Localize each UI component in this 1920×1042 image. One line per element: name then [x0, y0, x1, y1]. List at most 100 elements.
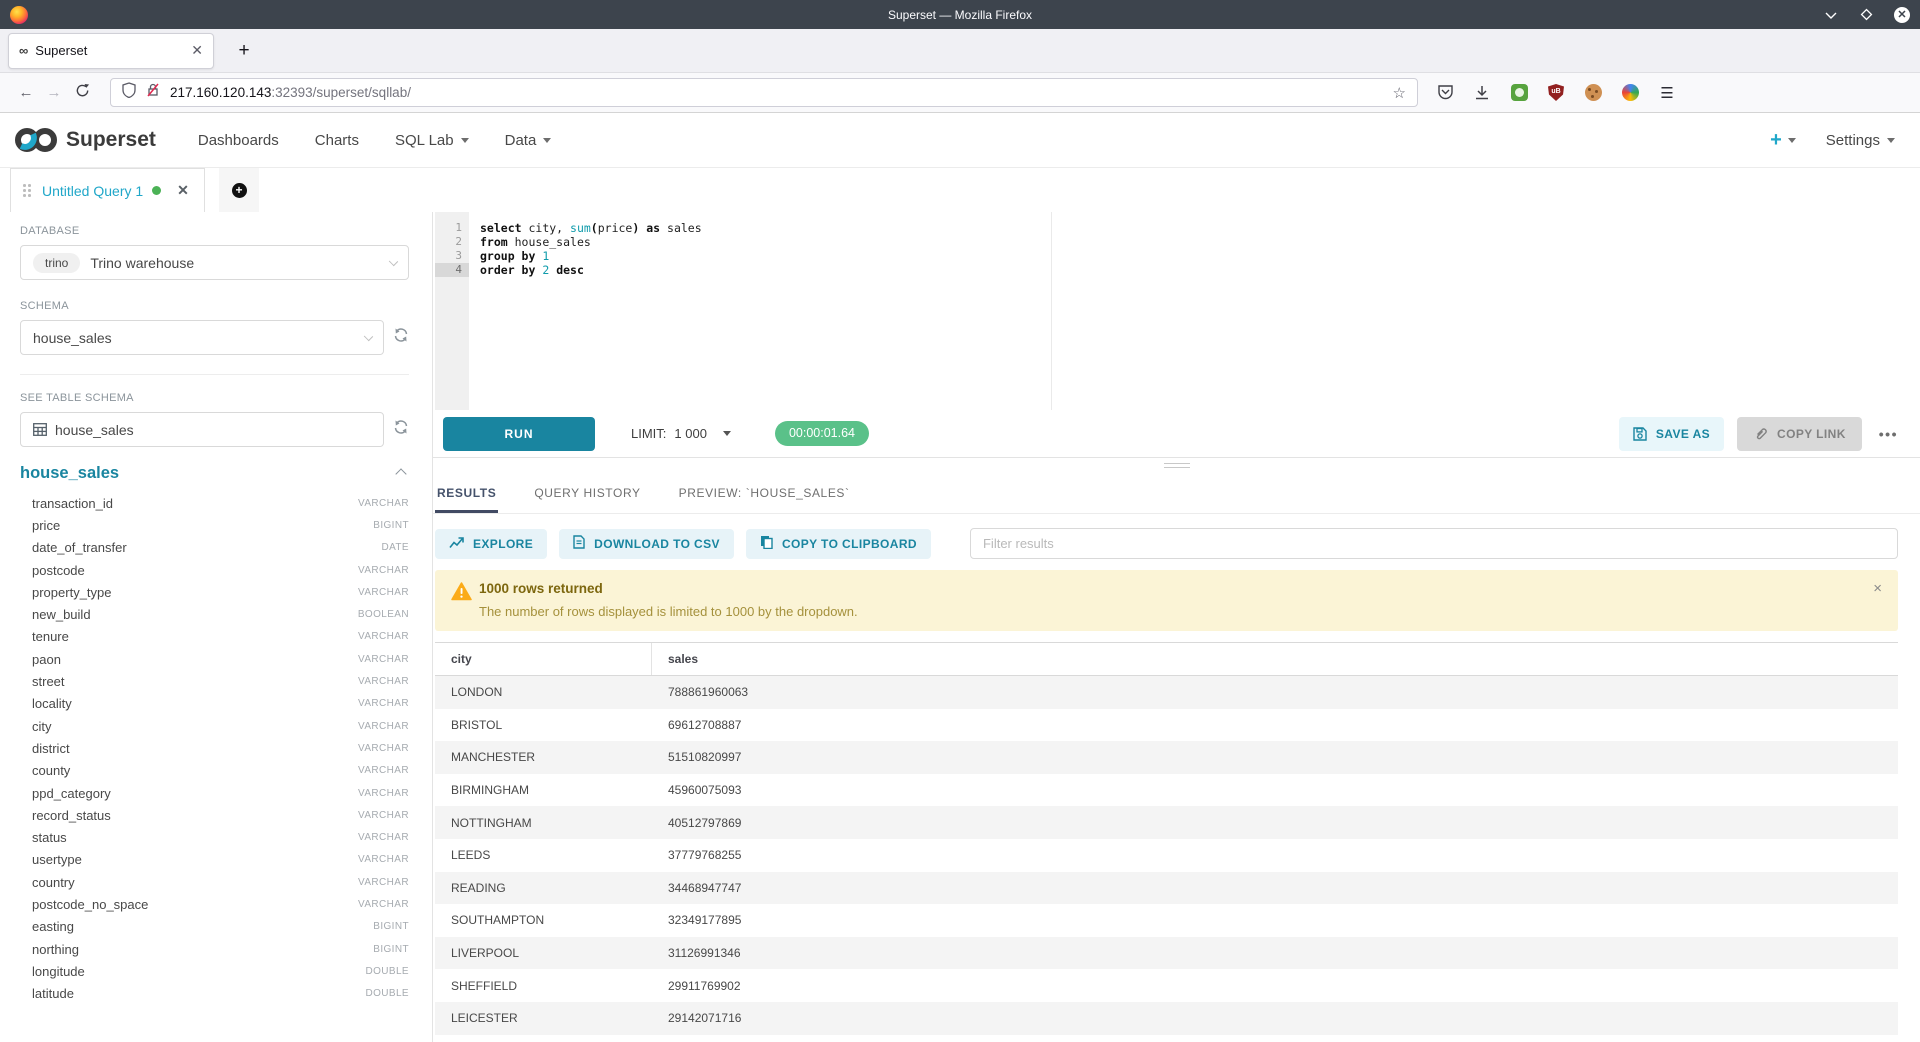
- nav-item-dashboards[interactable]: Dashboards: [198, 132, 279, 149]
- download-to-csv-button[interactable]: DOWNLOAD TO CSV: [559, 529, 734, 559]
- browser-tabbar: ∞ Superset ✕ +: [0, 29, 1920, 73]
- column-row[interactable]: tenureVARCHAR: [20, 626, 409, 648]
- url-bar[interactable]: 217.160.120.143:32393/superset/sqllab/ ☆: [110, 78, 1418, 107]
- database-select[interactable]: trino Trino warehouse: [20, 245, 409, 280]
- nav-item-data[interactable]: Data: [505, 132, 552, 149]
- column-row[interactable]: property_typeVARCHAR: [20, 581, 409, 603]
- pane-splitter[interactable]: [433, 458, 1920, 480]
- collapse-chevron-up-icon[interactable]: [395, 468, 406, 479]
- hamburger-menu-icon[interactable]: ☰: [1658, 84, 1676, 102]
- tab-close-icon[interactable]: ✕: [191, 42, 203, 59]
- extension-asterisk-icon[interactable]: [1621, 84, 1639, 102]
- table-row[interactable]: READING34468947747: [435, 872, 1898, 905]
- downloads-icon[interactable]: [1473, 84, 1491, 102]
- refresh-table-icon[interactable]: [393, 419, 409, 440]
- column-row[interactable]: ppd_categoryVARCHAR: [20, 782, 409, 804]
- new-tab-button[interactable]: +: [230, 40, 258, 62]
- query-tab[interactable]: Untitled Query 1 ✕: [10, 168, 205, 212]
- shield-icon[interactable]: [122, 82, 136, 103]
- sql-token: desc: [556, 263, 584, 277]
- nav-item-label: Charts: [315, 132, 359, 149]
- window-minimize-icon[interactable]: [1824, 8, 1838, 22]
- refresh-schema-icon[interactable]: [393, 327, 409, 348]
- reload-icon[interactable]: [68, 83, 96, 102]
- column-row[interactable]: postcodeVARCHAR: [20, 559, 409, 581]
- table-row[interactable]: MANCHESTER51510820997: [435, 741, 1898, 774]
- column-row[interactable]: localityVARCHAR: [20, 693, 409, 715]
- alert-close-icon[interactable]: ×: [1873, 580, 1882, 597]
- column-row[interactable]: countryVARCHAR: [20, 871, 409, 893]
- results-column-header[interactable]: sales: [652, 643, 1898, 675]
- results-tab-results[interactable]: RESULTS: [435, 480, 498, 513]
- column-row[interactable]: date_of_transferDATE: [20, 537, 409, 559]
- browser-tab[interactable]: ∞ Superset ✕: [8, 33, 214, 69]
- table-row[interactable]: BRISTOL69612708887: [435, 709, 1898, 742]
- column-row[interactable]: northingBIGINT: [20, 938, 409, 960]
- column-row[interactable]: paonVARCHAR: [20, 648, 409, 670]
- cell-sales: 29142071716: [652, 1011, 1898, 1025]
- save-as-button[interactable]: SAVE AS: [1619, 417, 1724, 451]
- window-maximize-icon[interactable]: [1859, 8, 1873, 22]
- copy-link-button[interactable]: COPY LINK: [1737, 417, 1862, 451]
- table-row[interactable]: SOUTHAMPTON32349177895: [435, 904, 1898, 937]
- column-row[interactable]: statusVARCHAR: [20, 826, 409, 848]
- column-row[interactable]: postcode_no_spaceVARCHAR: [20, 893, 409, 915]
- privacy-badger-icon[interactable]: [1510, 84, 1528, 102]
- column-row[interactable]: countyVARCHAR: [20, 760, 409, 782]
- column-row[interactable]: latitudeDOUBLE: [20, 983, 409, 1005]
- add-query-tab-button[interactable]: +: [219, 168, 259, 212]
- bookmark-star-icon[interactable]: ☆: [1393, 84, 1406, 102]
- table-row[interactable]: LEEDS37779768255: [435, 839, 1898, 872]
- column-row[interactable]: transaction_idVARCHAR: [20, 492, 409, 514]
- table-row[interactable]: SHEFFIELD29911769902: [435, 969, 1898, 1002]
- column-row[interactable]: priceBIGINT: [20, 514, 409, 536]
- table-row[interactable]: LONDON788861960063: [435, 676, 1898, 709]
- column-row[interactable]: new_buildBOOLEAN: [20, 603, 409, 625]
- column-row[interactable]: eastingBIGINT: [20, 916, 409, 938]
- database-label: DATABASE: [20, 225, 409, 237]
- column-type: VARCHAR: [358, 587, 409, 598]
- nav-item-charts[interactable]: Charts: [315, 132, 359, 149]
- table-heading[interactable]: house_sales: [20, 464, 119, 483]
- browser-tab-title: Superset: [35, 43, 87, 58]
- table-row[interactable]: NOTTINGHAM40512797869: [435, 806, 1898, 839]
- settings-label: Settings: [1826, 132, 1880, 149]
- new-item-menu[interactable]: +: [1770, 130, 1796, 150]
- column-row[interactable]: streetVARCHAR: [20, 670, 409, 692]
- pocket-icon[interactable]: [1436, 84, 1454, 102]
- drag-handle-icon[interactable]: [23, 184, 31, 197]
- results-column-header[interactable]: city: [435, 643, 652, 675]
- results-tab-query-history[interactable]: QUERY HISTORY: [532, 480, 642, 513]
- table-row[interactable]: BIRMINGHAM45960075093: [435, 774, 1898, 807]
- query-status-dot: [152, 186, 161, 195]
- more-actions-button[interactable]: •••: [1879, 426, 1898, 442]
- filter-results-input[interactable]: [970, 528, 1898, 559]
- column-row[interactable]: longitudeDOUBLE: [20, 960, 409, 982]
- table-row[interactable]: LIVERPOOL31126991346: [435, 937, 1898, 970]
- cookie-extension-icon[interactable]: [1584, 84, 1602, 102]
- column-row[interactable]: usertypeVARCHAR: [20, 849, 409, 871]
- explore-button[interactable]: EXPLORE: [435, 529, 547, 559]
- run-button[interactable]: RUN: [443, 417, 595, 451]
- forward-icon[interactable]: →: [40, 84, 68, 101]
- table-select[interactable]: house_sales: [20, 412, 384, 447]
- column-name: district: [32, 741, 70, 756]
- table-row[interactable]: LEICESTER29142071716: [435, 1002, 1898, 1035]
- column-row[interactable]: record_statusVARCHAR: [20, 804, 409, 826]
- lock-insecure-icon[interactable]: [146, 82, 160, 103]
- results-tab-preview[interactable]: PREVIEW: `HOUSE_SALES`: [677, 480, 852, 513]
- window-close-icon[interactable]: ✕: [1894, 7, 1910, 23]
- ublock-icon[interactable]: uB: [1547, 84, 1565, 102]
- query-tab-close-icon[interactable]: ✕: [177, 182, 189, 199]
- copy-to-clipboard-button[interactable]: COPY TO CLIPBOARD: [746, 529, 931, 559]
- limit-dropdown[interactable]: LIMIT: 1 000: [631, 426, 731, 441]
- column-row[interactable]: districtVARCHAR: [20, 737, 409, 759]
- sql-editor[interactable]: 1234 select city, sum(price) as salesfro…: [433, 212, 1920, 410]
- column-row[interactable]: cityVARCHAR: [20, 715, 409, 737]
- back-icon[interactable]: ←: [12, 84, 40, 101]
- settings-menu[interactable]: Settings: [1826, 132, 1895, 149]
- superset-brand[interactable]: Superset: [14, 127, 156, 153]
- nav-item-sql-lab[interactable]: SQL Lab: [395, 132, 469, 149]
- table-value: house_sales: [55, 422, 134, 438]
- schema-select[interactable]: house_sales: [20, 320, 384, 355]
